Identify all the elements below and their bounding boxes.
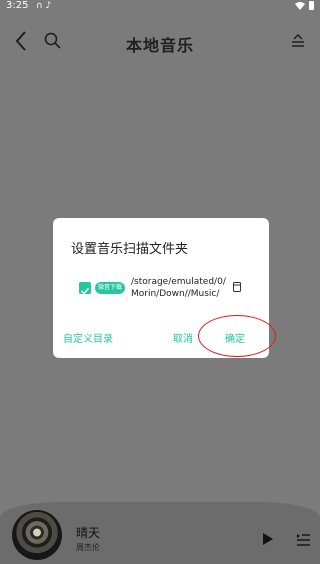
folder-path: /storage/emulated/0/ Morin/Down//Music/ bbox=[131, 276, 231, 300]
folder-path-line1: /storage/emulated/0/ bbox=[131, 277, 226, 287]
song-artist: 周杰伦 bbox=[76, 543, 100, 552]
check-icon bbox=[80, 287, 90, 295]
sd-card-icon bbox=[233, 282, 241, 292]
top-bar: 本地音乐 bbox=[0, 28, 320, 58]
battery-icon bbox=[309, 1, 314, 10]
album-cover[interactable] bbox=[12, 510, 62, 560]
mini-player[interactable]: 晴天 周杰伦 bbox=[0, 502, 320, 564]
status-bar: 3:25 ∩ ♪ bbox=[0, 0, 320, 14]
folder-path-line2: Morin/Down//Music/ bbox=[131, 289, 220, 299]
folder-checkbox[interactable] bbox=[79, 282, 91, 295]
dialog-title: 设置音乐扫描文件夹 bbox=[71, 242, 189, 257]
playlist-icon[interactable] bbox=[296, 532, 310, 546]
notification-icons: ∩ ♪ bbox=[36, 1, 52, 11]
status-time: 3:25 bbox=[6, 0, 29, 11]
page-title: 本地音乐 bbox=[125, 36, 194, 55]
wifi-icon bbox=[295, 1, 305, 10]
folder-tag: 微音下载 bbox=[95, 282, 126, 294]
custom-directory-button[interactable]: 自定义目录 bbox=[63, 330, 113, 345]
sort-icon[interactable] bbox=[290, 34, 306, 48]
song-title: 晴天 bbox=[76, 526, 101, 540]
scan-folder-dialog: 设置音乐扫描文件夹 微音下载 /storage/emulated/0/ Mori… bbox=[53, 218, 276, 358]
status-right bbox=[295, 1, 314, 10]
cancel-button[interactable]: 取消 bbox=[173, 330, 193, 345]
confirm-highlight-circle bbox=[198, 315, 276, 357]
folder-row[interactable]: 微音下载 /storage/emulated/0/ Morin/Down//Mu… bbox=[79, 276, 259, 316]
play-icon[interactable] bbox=[262, 532, 274, 546]
